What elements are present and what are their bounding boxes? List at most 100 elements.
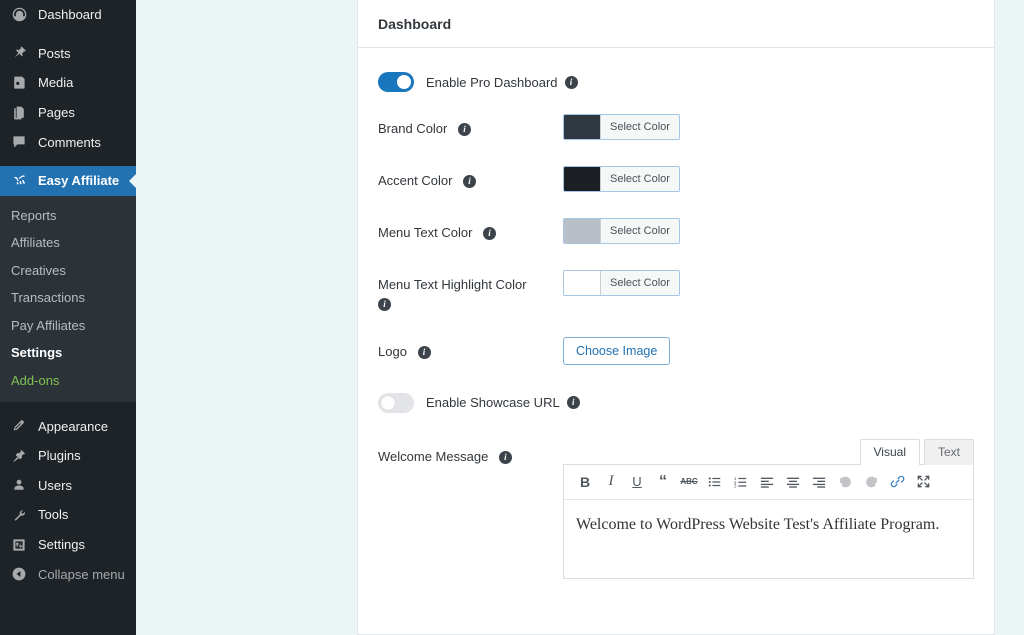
select-color-label: Select Color — [600, 115, 679, 139]
link-icon[interactable] — [884, 471, 910, 493]
brand-color-label: Brand Color i — [378, 114, 563, 139]
editor-toolbar: B I U “ ABC 123 — [564, 464, 973, 500]
sidebar-item-dashboard[interactable]: Dashboard — [0, 0, 136, 30]
sidebar-item-tools[interactable]: Tools — [0, 500, 136, 530]
submenu-item-addons[interactable]: Add-ons — [0, 367, 136, 395]
redo-icon[interactable] — [858, 471, 884, 493]
toggle-knob — [397, 75, 411, 89]
accent-color-row: Accent Color i Select Color — [378, 166, 974, 196]
submenu-item-pay-affiliates[interactable]: Pay Affiliates — [0, 312, 136, 340]
menu-text-color-row: Menu Text Color i Select Color — [378, 218, 974, 248]
welcome-message-label: Welcome Message i — [378, 439, 563, 579]
info-icon[interactable]: i — [463, 175, 477, 189]
users-icon — [9, 475, 29, 495]
editor-tabs: Visual Text — [563, 438, 974, 465]
sidebar-item-label: Pages — [38, 105, 75, 121]
underline-icon[interactable]: U — [624, 471, 650, 493]
sidebar-item-appearance[interactable]: Appearance — [0, 411, 136, 441]
numbered-list-icon[interactable]: 123 — [728, 471, 754, 493]
media-icon — [9, 73, 29, 93]
editor-content[interactable]: Welcome to WordPress Website Test's Affi… — [564, 500, 973, 578]
tools-icon — [9, 505, 29, 525]
menu-divider — [0, 402, 136, 411]
dashboard-icon — [9, 5, 29, 25]
submenu-item-transactions[interactable]: Transactions — [0, 284, 136, 312]
sidebar-item-label: Users — [38, 477, 72, 493]
enable-pro-dashboard-toggle[interactable] — [378, 72, 414, 92]
sidebar-item-plugins[interactable]: Plugins — [0, 441, 136, 471]
sidebar-item-comments[interactable]: Comments — [0, 127, 136, 157]
enable-pro-dashboard-label: Enable Pro Dashboard i — [426, 75, 578, 90]
submenu-item-affiliates[interactable]: Affiliates — [0, 229, 136, 257]
strikethrough-icon[interactable]: ABC — [676, 471, 702, 493]
sidebar-item-label: Tools — [38, 507, 69, 523]
sidebar-item-pages[interactable]: Pages — [0, 98, 136, 128]
sidebar-item-label: Posts — [38, 45, 71, 61]
fullscreen-icon[interactable] — [910, 471, 936, 493]
accent-color-picker[interactable]: Select Color — [563, 166, 680, 192]
blockquote-icon[interactable]: “ — [650, 471, 676, 493]
menu-text-highlight-color-control: Select Color — [563, 270, 974, 300]
info-icon[interactable]: i — [378, 297, 391, 311]
color-swatch — [564, 219, 600, 243]
easy-affiliate-icon — [9, 171, 29, 191]
sidebar-item-collapse-menu[interactable]: Collapse menu — [0, 559, 136, 589]
brand-color-row: Brand Color i Select Color — [378, 114, 974, 144]
logo-label: Logo i — [378, 337, 563, 362]
label-text: Menu Text Color — [378, 225, 473, 240]
submenu-item-reports[interactable]: Reports — [0, 202, 136, 230]
bulleted-list-icon[interactable] — [702, 471, 728, 493]
label-text: Menu Text Highlight Color — [378, 277, 527, 292]
menu-text-highlight-color-row: Menu Text Highlight Color i Select Color — [378, 270, 974, 311]
sidebar-item-users[interactable]: Users — [0, 471, 136, 501]
welcome-message-editor: Visual Text B I U “ ABC 123 Welcome to W… — [563, 438, 974, 579]
sidebar-item-label: Settings — [38, 537, 85, 553]
sidebar-item-media[interactable]: Media — [0, 68, 136, 98]
collapse-icon — [9, 564, 29, 584]
menu-text-color-label: Menu Text Color i — [378, 218, 563, 243]
toggle-knob — [381, 395, 395, 410]
submenu-item-creatives[interactable]: Creatives — [0, 257, 136, 285]
info-icon[interactable]: i — [564, 75, 578, 89]
sidebar-item-label: Collapse menu — [38, 566, 125, 582]
select-color-label: Select Color — [600, 219, 679, 243]
comment-icon — [9, 132, 29, 152]
accent-color-control: Select Color — [563, 166, 974, 196]
select-color-label: Select Color — [600, 167, 679, 191]
settings-icon — [9, 535, 29, 555]
tab-text[interactable]: Text — [923, 438, 974, 465]
accent-color-label: Accent Color i — [378, 166, 563, 191]
menu-text-color-control: Select Color — [563, 218, 974, 248]
active-menu-arrow — [129, 172, 136, 189]
label-text: Brand Color — [378, 121, 448, 136]
info-icon[interactable]: i — [566, 396, 580, 409]
choose-image-button[interactable]: Choose Image — [563, 336, 671, 365]
bold-icon[interactable]: B — [572, 471, 598, 493]
menu-text-color-picker[interactable]: Select Color — [563, 218, 680, 244]
align-right-icon[interactable] — [806, 471, 832, 493]
select-color-label: Select Color — [600, 271, 679, 295]
enable-showcase-url-toggle[interactable] — [378, 392, 414, 413]
align-center-icon[interactable] — [780, 471, 806, 493]
align-left-icon[interactable] — [754, 471, 780, 493]
admin-sidebar: Dashboard Posts Media Pages Comments Eas… — [0, 0, 136, 635]
brand-color-picker[interactable]: Select Color — [563, 114, 680, 140]
sidebar-item-settings[interactable]: Settings — [0, 530, 136, 560]
tab-visual[interactable]: Visual — [859, 438, 920, 465]
info-icon[interactable]: i — [483, 227, 497, 241]
panel-header: Dashboard — [358, 0, 994, 48]
panel-body: Enable Pro Dashboard i Brand Color i Sel… — [358, 48, 994, 579]
info-icon[interactable]: i — [498, 450, 512, 464]
submenu-item-settings[interactable]: Settings — [0, 339, 136, 367]
menu-text-highlight-color-picker[interactable]: Select Color — [563, 270, 680, 296]
info-icon[interactable]: i — [458, 123, 471, 137]
sidebar-item-easy-affiliate[interactable]: Easy Affiliate — [0, 165, 136, 196]
italic-icon[interactable]: I — [598, 471, 624, 493]
undo-icon[interactable] — [832, 471, 858, 493]
color-swatch — [564, 167, 600, 191]
appearance-icon — [9, 416, 29, 436]
info-icon[interactable]: i — [417, 345, 431, 359]
sidebar-item-posts[interactable]: Posts — [0, 39, 136, 69]
color-swatch — [564, 271, 600, 295]
enable-showcase-url-label: Enable Showcase URL i — [426, 395, 580, 410]
